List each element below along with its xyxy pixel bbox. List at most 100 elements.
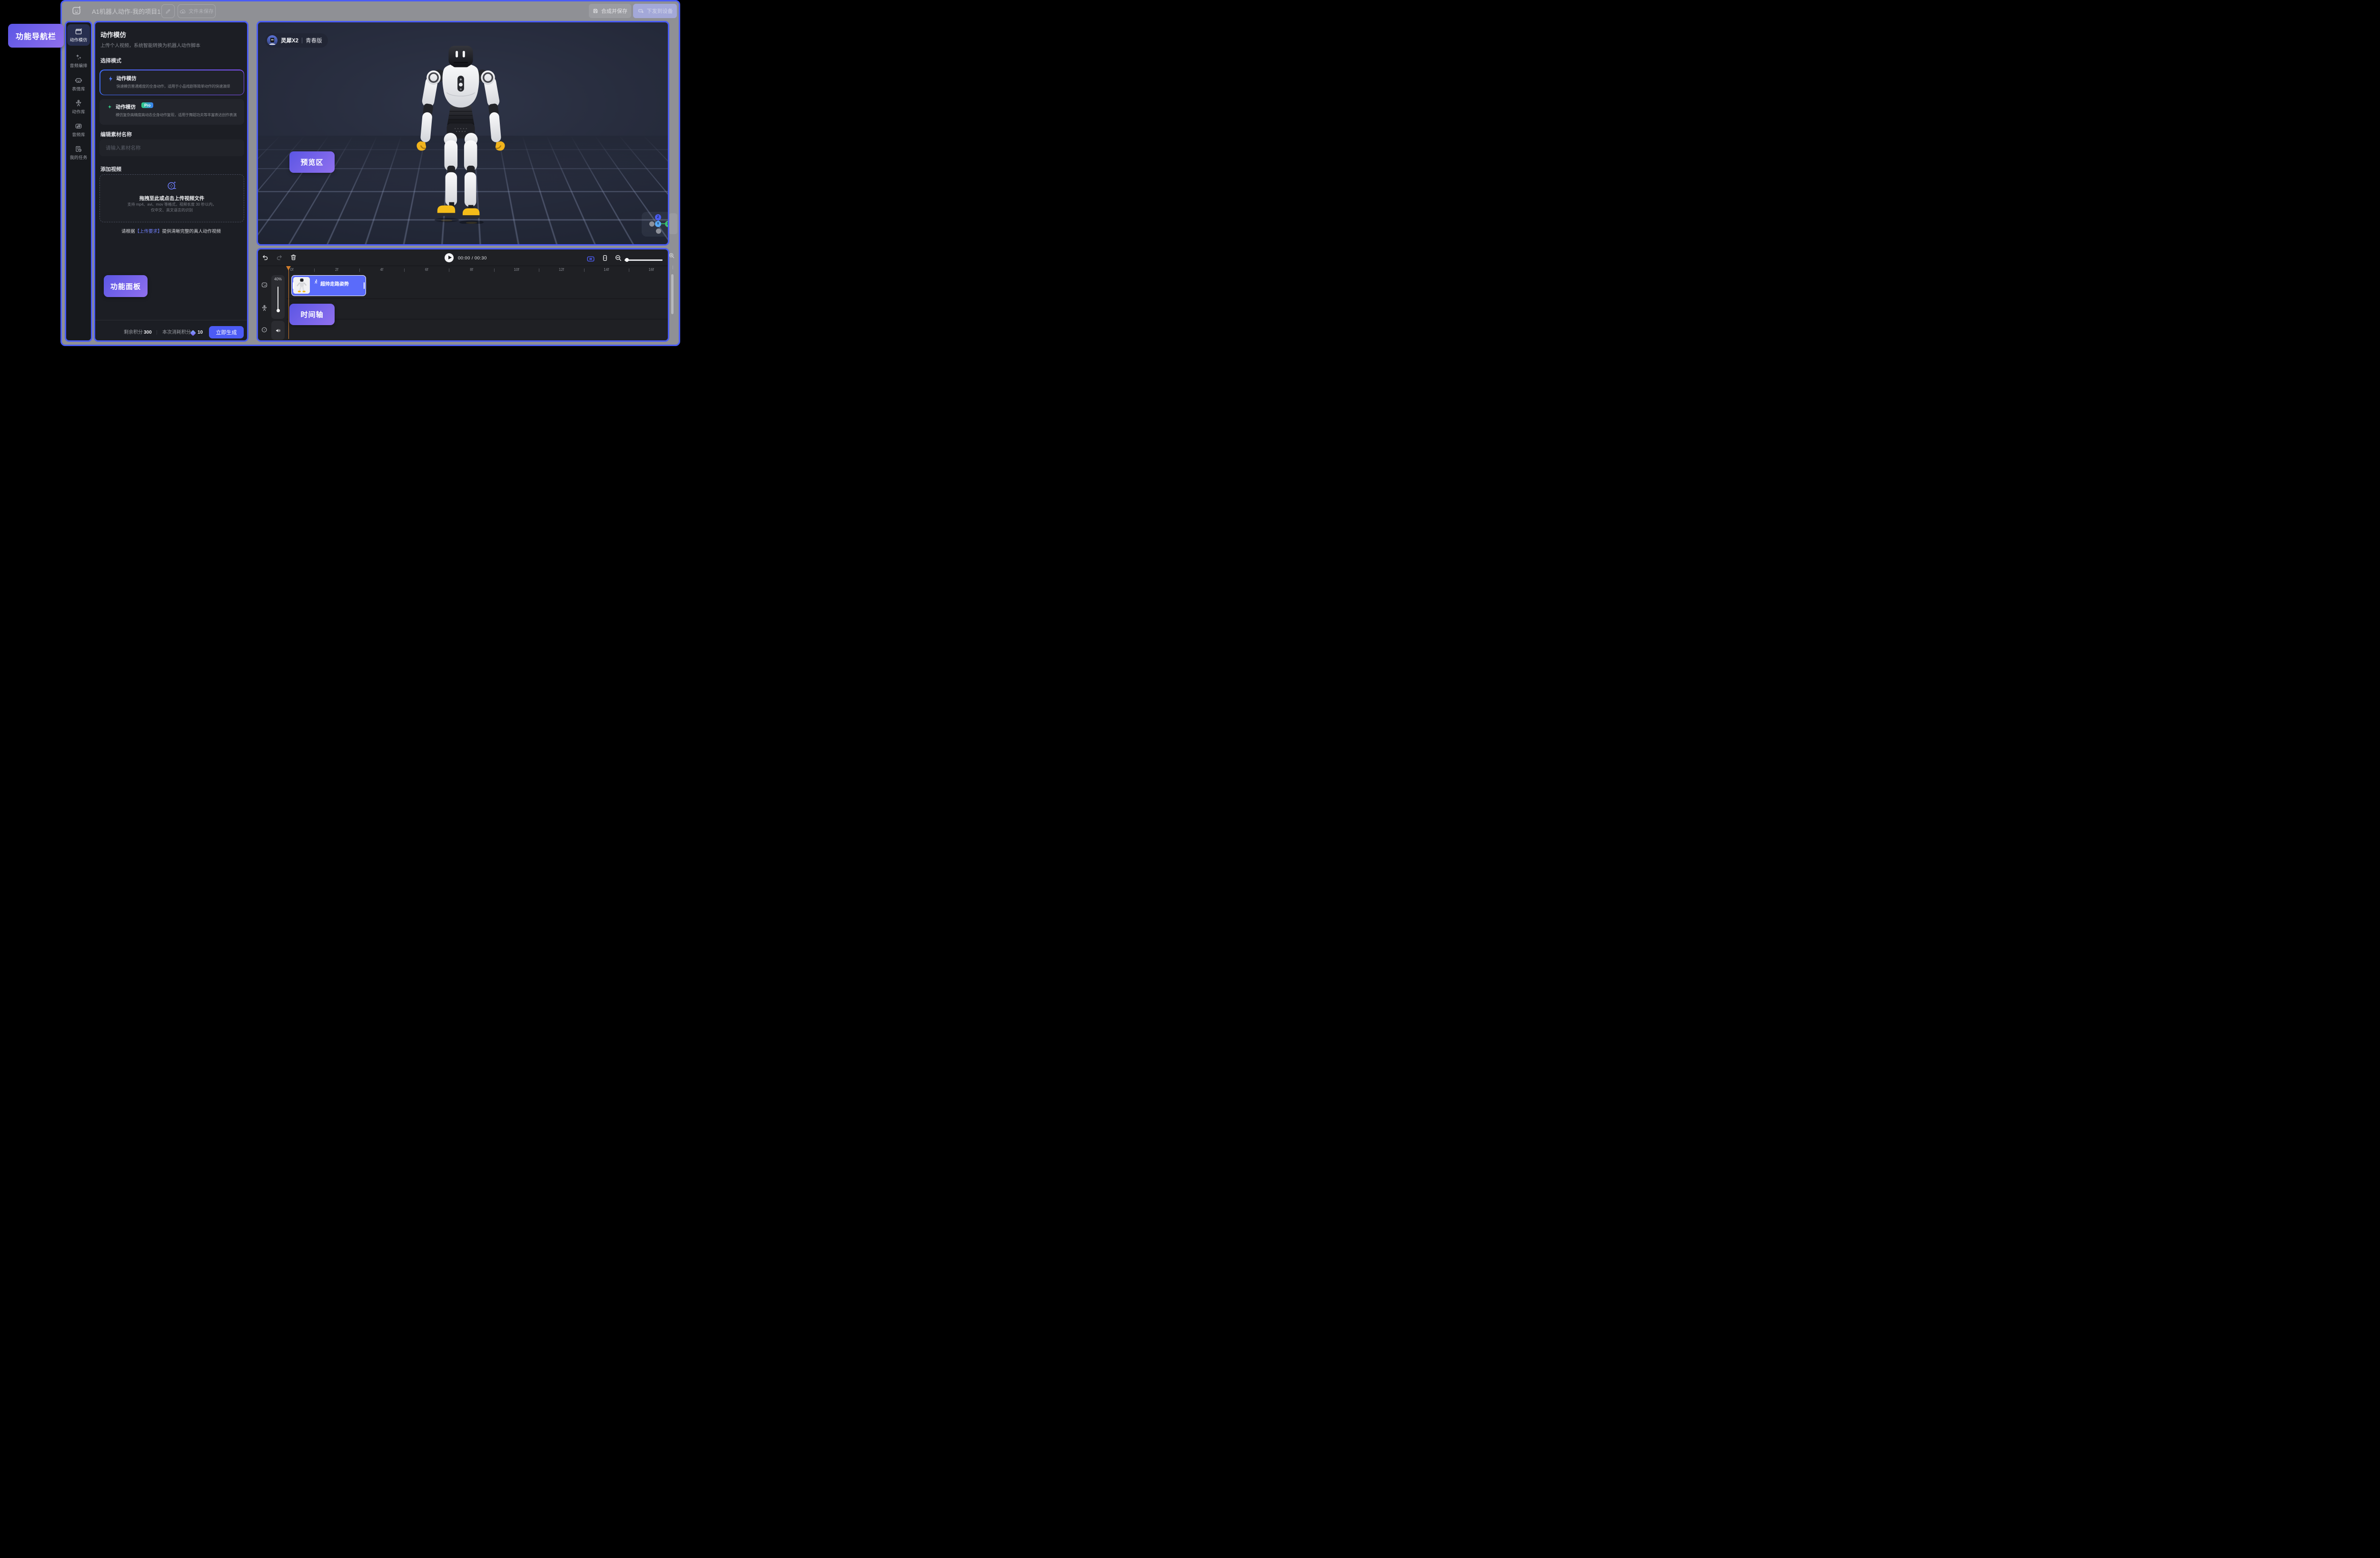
zoom-out-button[interactable]	[615, 254, 622, 262]
deploy-to-device-button[interactable]: 下发到设备	[633, 4, 677, 18]
face-track-icon	[261, 281, 268, 288]
motion-track-icon[interactable]	[261, 305, 268, 312]
music-track-icon[interactable]	[261, 326, 268, 333]
ruler-tick-label: 2f	[335, 268, 338, 272]
fit-clip-icon	[586, 255, 595, 263]
upload-desc-line1: 支持 mp4、avi、mov 等格式，视频长度 30 秒以内，	[128, 202, 217, 208]
mode-card-standard[interactable]: 动作模仿 快速模仿普通难度的全身动作，适用于小品戏剧等简单动作的快速演绎	[99, 69, 244, 95]
axis-y-dot[interactable]: Y	[655, 221, 661, 227]
rename-project-button[interactable]	[161, 4, 175, 18]
mute-toggle[interactable]	[271, 321, 285, 340]
mode-section-label: 选择模式	[100, 57, 121, 64]
annotation-timeline-label: 时间轴	[289, 304, 335, 325]
zoom-out-icon	[615, 254, 622, 262]
playhead-handle[interactable]	[286, 266, 291, 270]
pencil-icon	[165, 9, 171, 14]
sidebar-item-audio-library[interactable]: 音频库	[66, 122, 91, 138]
clip-trim-handle-right[interactable]	[364, 282, 365, 289]
play-button[interactable]	[445, 253, 454, 262]
playback-time: 00:00 / 00:30	[458, 256, 487, 261]
sidebar-item-motion-library[interactable]: 动作库	[66, 99, 91, 115]
ruler-tick-label: 12f	[559, 268, 564, 272]
sidebar-item-expression-library[interactable]: 表情库	[66, 77, 91, 92]
app-logo-icon	[71, 5, 82, 16]
axis-z-dot[interactable]: Z	[655, 214, 661, 220]
redo-icon	[276, 254, 283, 261]
auto-fit-clip-button[interactable]	[586, 255, 595, 262]
disc-track-icon	[261, 326, 268, 333]
stretch-clip-button[interactable]	[601, 254, 609, 262]
speaker-icon	[275, 327, 281, 334]
person-track-icon	[261, 305, 268, 312]
ruler-tick-label: 16f	[649, 268, 654, 272]
timeline-panel: 00:00 / 00:30 0f 2f 4f 6f 8f 10f	[257, 248, 669, 342]
undo-icon	[262, 254, 269, 261]
sidebar-item-audio-arrange[interactable]: 音频编排	[66, 53, 91, 69]
dimmed-gizmo-fragment	[669, 213, 677, 234]
material-name-label: 编辑素材名称	[100, 130, 132, 138]
ruler-tick-label: 14f	[604, 268, 609, 272]
file-unsaved-status: 文件未保存	[178, 4, 216, 18]
cost-label: 本次消耗积分	[162, 329, 191, 336]
credits-remaining-value: 300	[144, 329, 152, 336]
sidebar-item-motion-mimic[interactable]: 动作模仿	[67, 24, 90, 46]
robot-avatar	[267, 35, 278, 46]
robot-model[interactable]	[408, 46, 514, 224]
redo-button[interactable]	[276, 254, 283, 261]
playhead[interactable]	[288, 266, 289, 339]
sparkles-icon	[75, 53, 82, 61]
volume-slider-panel[interactable]: 40%	[271, 275, 285, 319]
function-nav-sidebar: 动作模仿 音频编排 表情库	[65, 21, 92, 342]
annotation-preview-label: 预览区	[289, 151, 335, 173]
generate-button[interactable]: 立即生成	[209, 326, 244, 338]
tasks-icon	[75, 145, 82, 153]
bolt-icon	[108, 76, 114, 82]
panel-title: 动作模仿	[100, 30, 126, 39]
timeline-zoom-slider[interactable]	[625, 259, 663, 261]
axis-x-dot[interactable]: X	[665, 221, 669, 227]
model-edition: 青春版	[306, 37, 322, 44]
axis-neg-x-dot[interactable]	[649, 221, 654, 227]
save-compose-button[interactable]: 合成并保存	[589, 4, 631, 18]
panel-subtitle: 上传个人视频，系统智能转换为机器人动作脚本	[100, 41, 200, 49]
mode-card-pro[interactable]: 动作模仿 Pro 模仿复杂高精度高动态全身动作复现，适用于舞蹈功夫等丰富表达创作…	[99, 99, 244, 125]
volume-slider-thumb[interactable]	[277, 309, 280, 312]
upload-title: 拖拽至此或点击上传视频文件	[139, 195, 205, 202]
timeline-zoom-slider-thumb[interactable]	[625, 258, 629, 262]
add-video-label: 添加视频	[100, 165, 121, 173]
credit-gem-icon	[190, 330, 196, 336]
expression-track-icon[interactable]	[261, 281, 268, 288]
delete-clip-button[interactable]	[290, 254, 297, 261]
ruler-tick-label: 6f	[425, 268, 428, 272]
video-upload-dropzone[interactable]: 拖拽至此或点击上传视频文件 支持 mp4、avi、mov 等格式，视频长度 30…	[99, 174, 244, 222]
project-title: A1机器人动作-我的项目1	[92, 7, 160, 17]
pro-badge: Pro	[141, 102, 153, 108]
axis-neg-z-dot[interactable]	[656, 228, 661, 234]
music-box-icon	[75, 122, 82, 130]
material-name-input[interactable]	[99, 139, 244, 156]
preview-viewport[interactable]: 灵犀X2 青春版 Z Y X	[257, 21, 669, 246]
clip-trim-handle-left[interactable]	[293, 282, 294, 289]
ruler-tick-label: 8f	[470, 268, 473, 272]
film-reel-icon	[167, 180, 177, 191]
stretch-clip-icon	[601, 254, 609, 262]
clip-thumbnail	[293, 277, 310, 294]
person-icon	[75, 99, 82, 107]
save-icon	[593, 8, 598, 14]
annotation-panel-label: 功能面板	[104, 275, 148, 297]
volume-value: 40%	[271, 277, 285, 281]
upload-requirement-hint: 请根据【上传要求】提供清晰完整的真人动作视频	[95, 228, 247, 234]
timeline-clip[interactable]: 超帅走路姿势	[291, 275, 366, 296]
zoom-in-icon[interactable]	[668, 252, 675, 259]
ruler-tick-label: 4f	[380, 268, 383, 272]
sidebar-item-my-tasks[interactable]: 我的任务	[66, 145, 91, 160]
walking-icon	[313, 279, 319, 285]
screenshot-root: A1机器人动作-我的项目1 文件未保存 合成并保存	[0, 0, 746, 351]
upload-requirement-link[interactable]: 【上传要求】	[135, 229, 162, 234]
undo-button[interactable]	[262, 254, 269, 261]
footer-separator: |	[156, 329, 158, 336]
ruler-tick-label: 10f	[514, 268, 519, 272]
upload-desc-line2: 仅中文、英文语言的识别	[151, 208, 193, 213]
model-badge: 灵犀X2 青春版	[265, 33, 328, 48]
timeline-vertical-scrollbar[interactable]	[671, 274, 674, 314]
